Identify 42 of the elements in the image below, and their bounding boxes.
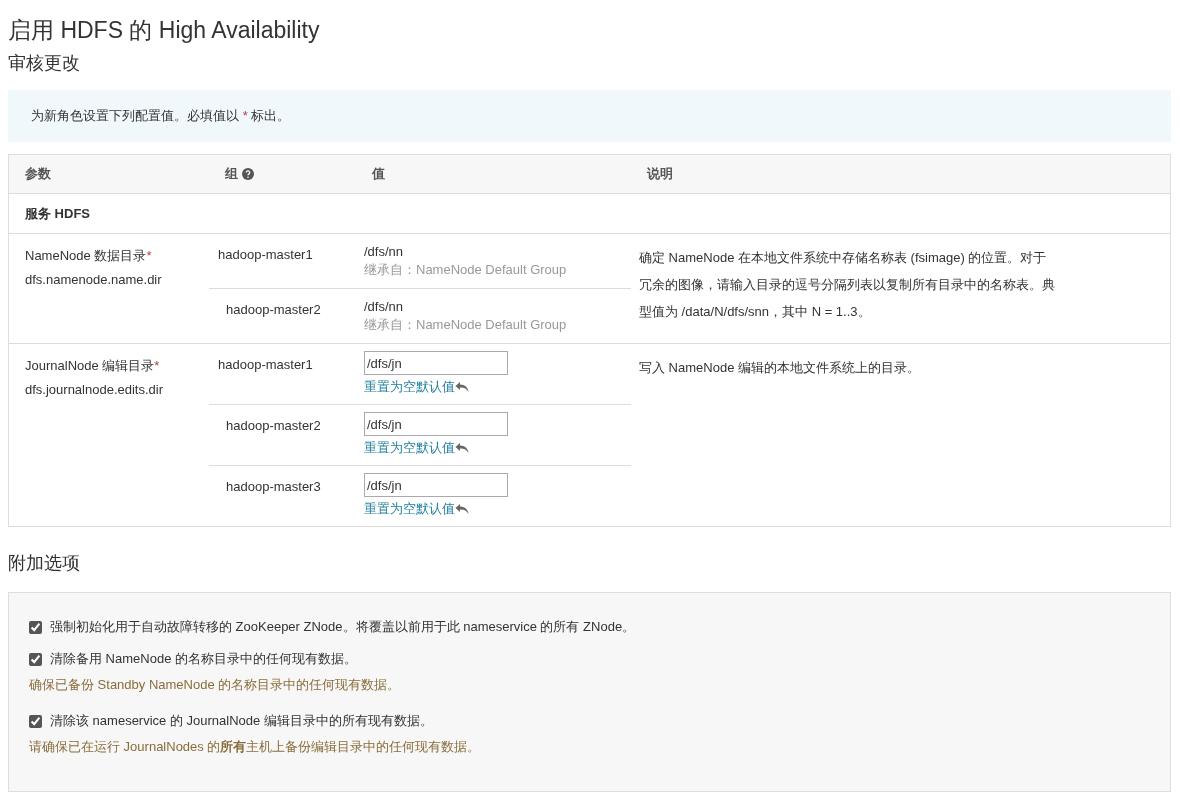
- reset-default-link[interactable]: 重置为空默认值: [364, 500, 469, 517]
- option-checkbox[interactable]: [29, 620, 42, 634]
- inherited-note: 继承自：NameNode Default Group: [364, 261, 568, 279]
- undo-arrow-icon: [455, 380, 469, 393]
- value-input[interactable]: /dfs/jn: [364, 412, 508, 436]
- value-input[interactable]: /dfs/jn: [364, 473, 508, 497]
- inherited-note: 继承自：NameNode Default Group: [364, 316, 568, 334]
- column-header: 参数: [25, 165, 51, 184]
- parameter-description: 确定 NameNode 在本地文件系统中存储名称表 (fsimage) 的位置。对于冗余的图像，请输入目录的逗号分隔列表以复制所有目录中的名称表。典型值为 /data/N/dfs/snn，其中 N = 1..3。: [639, 249, 1056, 321]
- option-label: 强制初始化用于自动故障转移的 ZooKeeper ZNode。将覆盖以前用于此 nameservice 的所有 ZNode。: [50, 618, 636, 636]
- value-input[interactable]: /dfs/jn: [364, 351, 508, 375]
- host-name: hadoop-master1: [218, 357, 313, 372]
- info-text: 为新角色设置下列配置值。必填值以 * 标出。: [31, 107, 291, 126]
- property-name: dfs.journalnode.edits.dir: [25, 381, 165, 399]
- parameter-name: NameNode 数据目录*: [25, 247, 153, 265]
- option-checkbox[interactable]: [29, 714, 42, 728]
- option-checkbox[interactable]: [29, 652, 42, 666]
- undo-arrow-icon: [455, 502, 469, 515]
- column-header: 说明: [647, 165, 673, 184]
- reset-default-link[interactable]: 重置为空默认值: [364, 439, 469, 456]
- section-heading: 附加选项: [8, 552, 81, 575]
- column-header: 组: [225, 165, 238, 184]
- reset-default-link[interactable]: 重置为空默认值: [364, 378, 469, 395]
- section-heading: 审核更改: [8, 52, 81, 75]
- host-name: hadoop-master2: [226, 302, 321, 317]
- page-title: 启用 HDFS 的 High Availability: [8, 16, 321, 45]
- config-value: /dfs/nn: [364, 243, 405, 261]
- option-label: 清除备用 NameNode 的名称目录中的任何现有数据。: [50, 650, 357, 668]
- help-icon[interactable]: [242, 168, 254, 180]
- parameter-name: JournalNode 编辑目录*: [25, 357, 161, 375]
- host-name: hadoop-master1: [218, 247, 313, 262]
- parameter-description: 写入 NameNode 编辑的本地文件系统上的目录。: [639, 359, 921, 377]
- warning-text: 确保已备份 Standby NameNode 的名称目录中的任何现有数据。: [29, 676, 402, 694]
- column-header: 值: [372, 165, 385, 184]
- host-name: hadoop-master2: [226, 418, 321, 433]
- host-name: hadoop-master3: [226, 479, 321, 494]
- config-value: /dfs/nn: [364, 298, 405, 316]
- warning-text: 请确保已在运行 JournalNodes 的所有主机上备份编辑目录中的任何现有数据。: [29, 738, 482, 756]
- section-label: 服务 HDFS: [25, 204, 90, 223]
- option-label: 清除该 nameservice 的 JournalNode 编辑目录中的所有现有数据。: [50, 712, 433, 730]
- undo-arrow-icon: [455, 441, 469, 454]
- property-name: dfs.namenode.name.dir: [25, 271, 163, 289]
